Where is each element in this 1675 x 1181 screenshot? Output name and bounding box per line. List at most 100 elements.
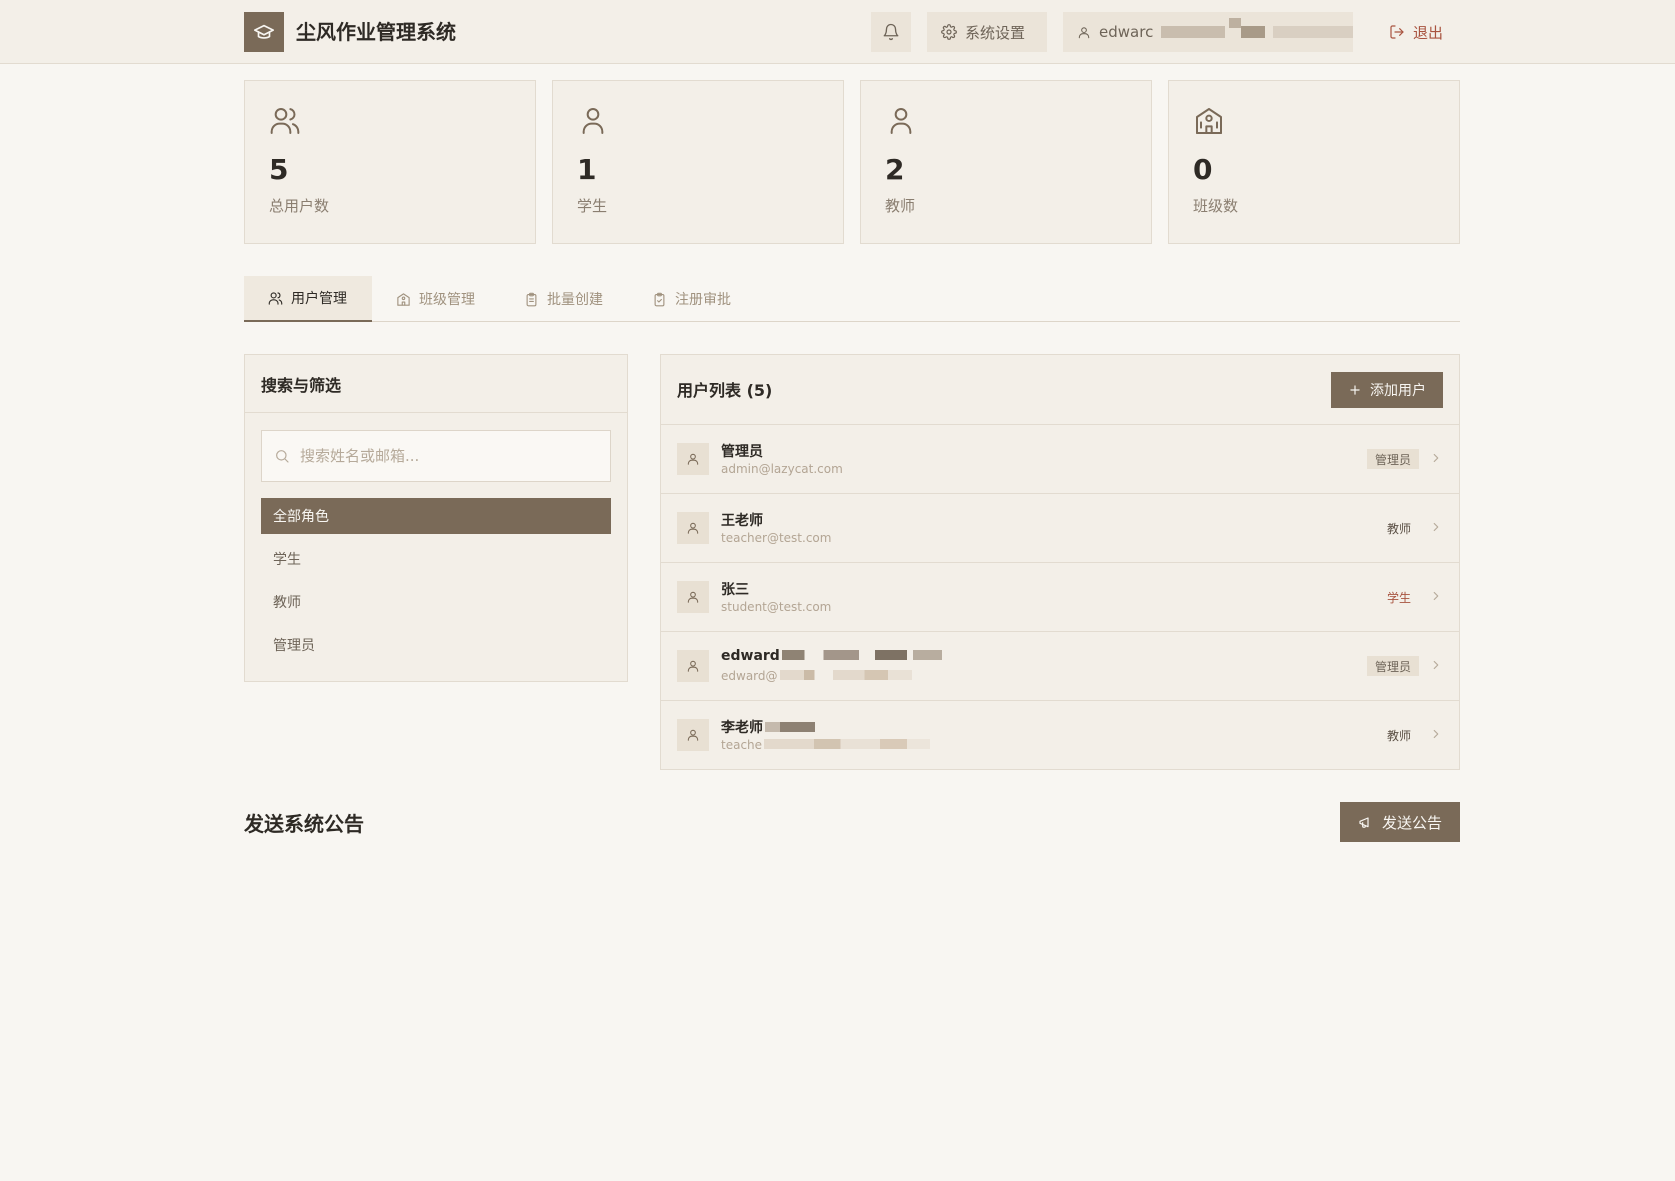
chevron-right-icon [1433, 522, 1439, 532]
tab-label: 批量创建 [547, 292, 603, 308]
search-input[interactable] [300, 447, 590, 465]
search-box [261, 430, 611, 482]
user-menu-button[interactable]: edwarc [1063, 12, 1353, 52]
stat-label: 总用户数 [269, 197, 330, 215]
redacted-username [1161, 18, 1353, 44]
clipboard-check-icon [654, 292, 665, 306]
stat-card-teachers: 2 教师 [860, 80, 1152, 244]
tab-label: 用户管理 [291, 291, 347, 307]
role-badge: 管理员 [1366, 449, 1419, 469]
avatar [677, 650, 709, 682]
user-row[interactable]: 李老师 teache 教师 [661, 701, 1459, 770]
app-title: 尘风作业管理系统 [296, 20, 456, 44]
stat-card-students: 1 学生 [552, 80, 844, 244]
stat-label: 班级数 [1193, 197, 1239, 215]
user-icon [687, 729, 699, 741]
stat-value: 0 [1193, 153, 1213, 186]
school-icon [397, 292, 410, 306]
top-bar: 尘风作业管理系统 系统设置 edwarc 退出 [0, 0, 1675, 64]
user-row[interactable]: 王老师 teacher@test.com 教师 [661, 494, 1459, 563]
role-filter-all[interactable]: 全部角色 [261, 498, 611, 534]
avatar [677, 443, 709, 475]
user-name: 管理员 [721, 444, 763, 460]
user-list-panel: 用户列表 (5) 添加用户 管理员 admin@lazycat.com 管理员 … [660, 354, 1460, 770]
redacted-name [765, 722, 815, 732]
stat-card-classes: 0 班级数 [1168, 80, 1460, 244]
logout-label: 退出 [1413, 23, 1444, 42]
app-logo [244, 12, 284, 52]
tab-batch-create[interactable]: 批量创建 [500, 276, 627, 322]
user-icon [687, 660, 699, 672]
avatar [677, 581, 709, 613]
chevron-right-icon [1433, 591, 1439, 601]
stat-label: 学生 [577, 197, 608, 215]
role-filter-teacher[interactable]: 教师 [261, 584, 611, 620]
user-name-label: edwarc [1099, 23, 1154, 41]
user-email: admin@lazycat.com [721, 462, 843, 476]
graduation-cap-icon [254, 24, 274, 39]
user-row[interactable]: edward edward@ 管理员 [661, 632, 1459, 701]
stat-value: 2 [885, 153, 905, 186]
send-announcement-label: 发送公告 [1381, 813, 1442, 832]
system-settings-label: 系统设置 [965, 23, 1026, 42]
user-icon [890, 108, 912, 134]
role-badge: 学生 [1386, 590, 1411, 605]
school-icon [1196, 108, 1222, 134]
users-icon [268, 291, 283, 305]
megaphone-icon [1359, 817, 1369, 828]
stat-label: 教师 [885, 197, 916, 215]
stat-card-total-users: 5 总用户数 [244, 80, 536, 244]
notifications-button[interactable] [871, 12, 911, 52]
user-icon [687, 591, 699, 603]
filter-panel-title: 搜索与筛选 [245, 355, 627, 413]
send-announcement-button[interactable]: 发送公告 [1340, 802, 1460, 842]
user-row[interactable]: 管理员 admin@lazycat.com 管理员 [661, 425, 1459, 494]
user-icon [582, 108, 604, 134]
user-name: edward [721, 648, 942, 664]
logout-icon [1390, 25, 1404, 39]
avatar [677, 512, 709, 544]
users-icon [270, 108, 300, 134]
user-name-text: edward [721, 648, 780, 664]
stat-value: 5 [269, 153, 289, 186]
user-name: 李老师 [721, 717, 815, 737]
add-user-button[interactable]: 添加用户 [1331, 372, 1443, 408]
chevron-right-icon [1433, 453, 1439, 463]
user-email-text: edward@ [721, 669, 778, 683]
user-email: teacher@test.com [721, 531, 832, 545]
role-badge: 教师 [1386, 521, 1411, 536]
logout-button[interactable]: 退出 [1385, 12, 1447, 52]
add-user-label: 添加用户 [1370, 383, 1426, 399]
user-email: edward@ [721, 669, 912, 683]
user-list-header: 用户列表 (5) 添加用户 [661, 355, 1459, 425]
system-settings-button[interactable]: 系统设置 [927, 12, 1047, 52]
user-name: 张三 [721, 582, 749, 598]
user-row[interactable]: 张三 student@test.com 学生 [661, 563, 1459, 632]
tab-class-management[interactable]: 班级管理 [372, 276, 499, 322]
user-icon [687, 453, 699, 465]
redacted-email [779, 670, 912, 680]
tab-registration-approval[interactable]: 注册审批 [628, 276, 755, 322]
user-list-title: 用户列表 (5) [677, 381, 773, 400]
user-name: 王老师 [721, 513, 763, 529]
plus-icon [1350, 385, 1360, 395]
user-email-text: teache [721, 738, 763, 752]
stat-value: 1 [577, 153, 597, 186]
tab-label: 班级管理 [419, 292, 475, 308]
role-badge: 管理员 [1366, 656, 1419, 676]
user-name-text: 李老师 [721, 720, 763, 736]
filter-panel: 搜索与筛选 全部角色 学生 教师 管理员 [244, 354, 628, 682]
user-email: student@test.com [721, 600, 832, 614]
gear-icon [941, 24, 957, 40]
redacted-email [764, 739, 931, 749]
role-filter-admin[interactable]: 管理员 [261, 627, 611, 663]
tab-user-management[interactable]: 用户管理 [244, 276, 372, 322]
redacted-name [781, 650, 942, 660]
tab-label: 注册审批 [675, 292, 731, 308]
chevron-right-icon [1433, 660, 1439, 670]
user-icon [687, 522, 699, 534]
avatar [677, 719, 709, 751]
role-filter-student[interactable]: 学生 [261, 541, 611, 577]
tab-bar: 用户管理 班级管理 批量创建 注册审批 [244, 276, 1460, 322]
clipboard-icon [526, 292, 537, 306]
